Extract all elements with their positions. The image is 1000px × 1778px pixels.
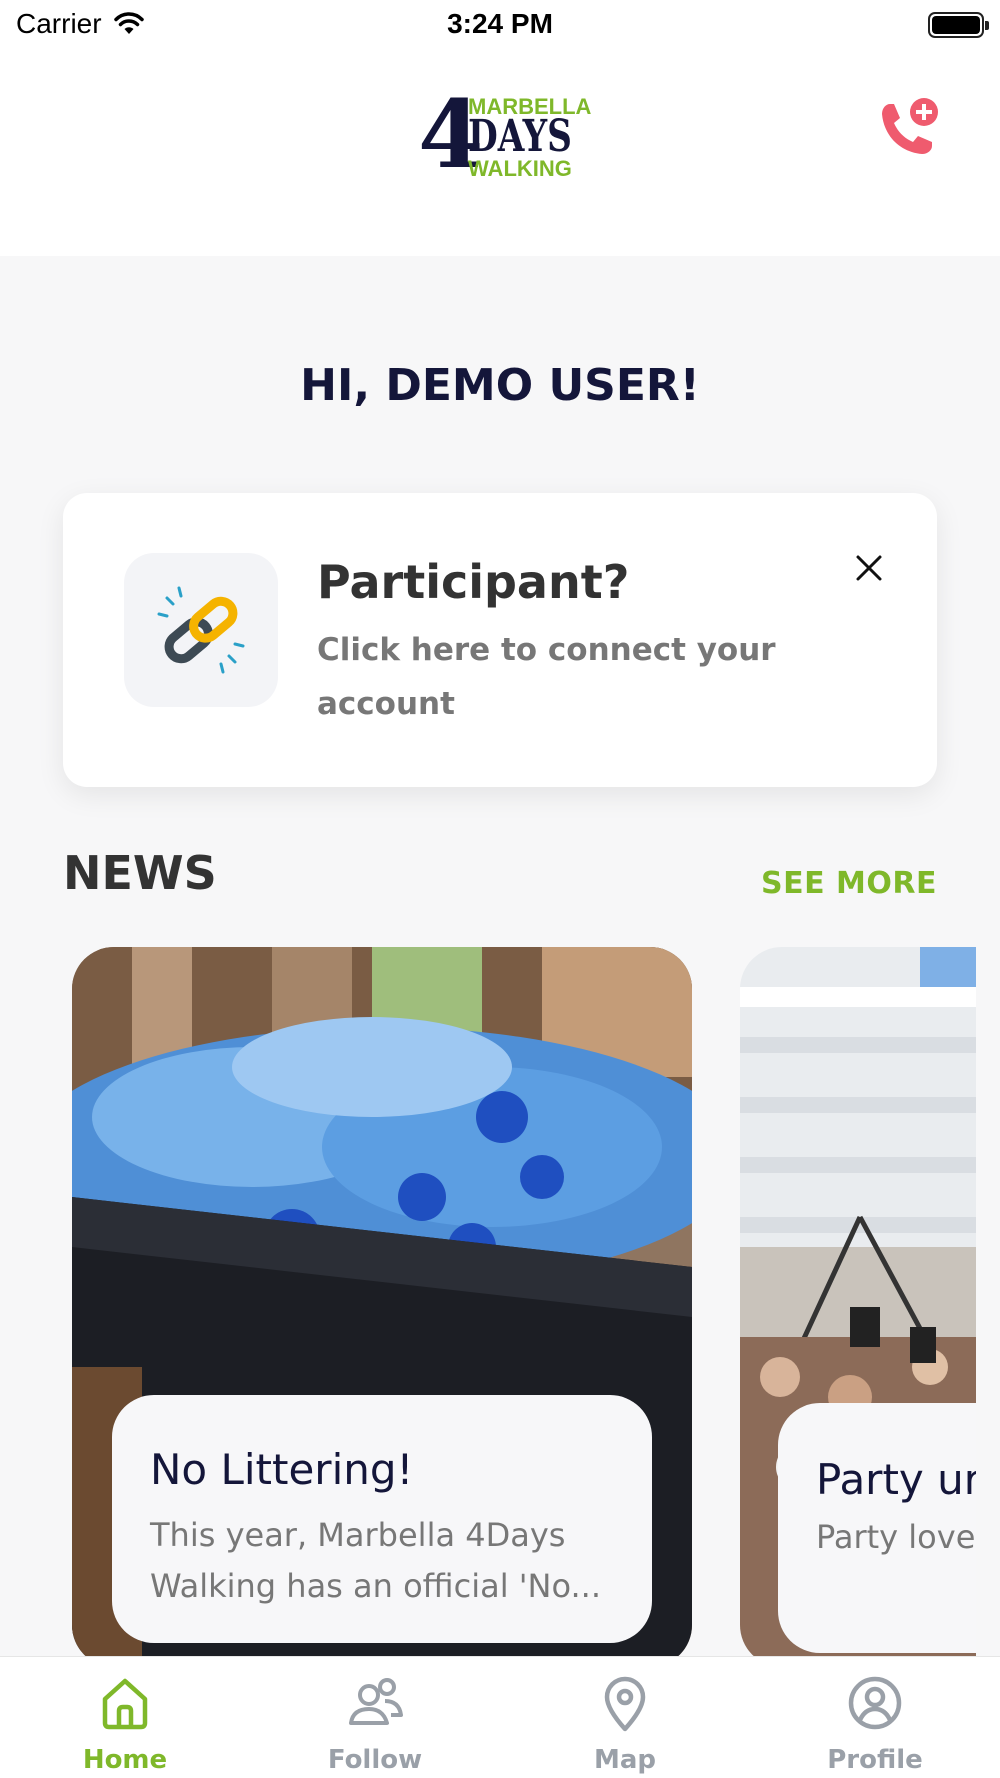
news-card[interactable]: Party ur Party love themselve <box>740 947 976 1667</box>
map-pin-icon <box>604 1676 646 1732</box>
participant-card-subtitle: Click here to connect your account <box>317 632 776 722</box>
news-caption: No Littering! This year, Marbella 4Days … <box>112 1395 652 1643</box>
participant-connect-card[interactable]: Participant? Click here to connect your … <box>63 493 937 787</box>
battery-icon <box>928 12 989 38</box>
news-excerpt: Party love themselve <box>816 1518 976 1556</box>
tab-map-label: Map <box>593 1745 657 1775</box>
link-icon <box>157 586 245 674</box>
logo-middle-text: DAYS <box>468 111 572 162</box>
people-icon <box>349 1678 403 1725</box>
news-caption: Party ur Party love themselve <box>778 1403 976 1653</box>
phone-plus-icon <box>882 98 938 154</box>
news-headline: No Littering! <box>150 1445 414 1494</box>
see-more-link[interactable]: SEE MORE <box>761 866 937 901</box>
news-excerpt: This year, Marbella 4Days Walking has an… <box>150 1516 602 1605</box>
profile-icon <box>848 1676 902 1730</box>
tab-home[interactable]: Home <box>0 1657 250 1778</box>
logo-bottom-text: WALKING <box>468 156 572 181</box>
news-section-title: NEWS <box>63 846 217 900</box>
close-card-button[interactable] <box>846 545 892 591</box>
emergency-call-button[interactable] <box>872 92 944 164</box>
bottom-tab-bar: Home Follow Map Profile <box>0 1656 1000 1778</box>
status-time: 3:24 PM <box>447 8 553 39</box>
participant-card-title: Participant? <box>317 555 630 609</box>
tab-map[interactable]: Map <box>500 1657 750 1778</box>
tab-profile[interactable]: Profile <box>750 1657 1000 1778</box>
app-logo: 4 MARBELLA DAYS WALKING <box>418 88 591 182</box>
home-icon <box>102 1678 148 1730</box>
link-icon-tile <box>124 553 278 707</box>
status-bar: Carrier 3:24 PM <box>0 0 1000 52</box>
greeting-title: HI, DEMO USER! <box>300 360 700 411</box>
news-card[interactable]: No Littering! This year, Marbella 4Days … <box>72 947 692 1667</box>
tab-home-label: Home <box>82 1745 168 1775</box>
tab-follow-label: Follow <box>327 1745 423 1775</box>
tab-profile-label: Profile <box>827 1745 923 1775</box>
news-headline: Party ur <box>816 1455 976 1504</box>
app-header: 4 MARBELLA DAYS WALKING <box>0 52 1000 256</box>
tab-follow[interactable]: Follow <box>250 1657 500 1778</box>
close-icon <box>856 555 882 581</box>
